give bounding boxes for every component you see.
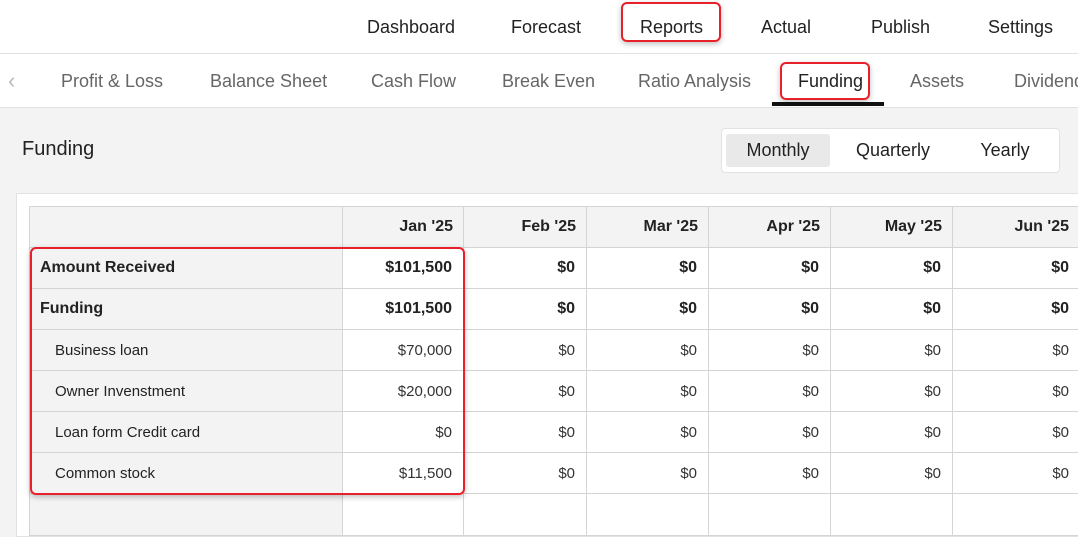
row-label: Business loan	[29, 329, 343, 371]
cell-value: $0	[586, 288, 709, 330]
table-row-owner-investment: Owner Invenstment $20,000 $0 $0 $0 $0 $0	[29, 370, 1078, 412]
cell-value	[830, 493, 953, 536]
cell-value: $0	[708, 329, 831, 371]
row-label	[29, 493, 343, 536]
column-header: Mar '25	[586, 206, 709, 248]
tab-cash-flow[interactable]: Cash Flow	[371, 68, 456, 94]
active-tab-underline	[772, 102, 884, 106]
cell-value: $0	[463, 411, 587, 453]
row-label: Loan form Credit card	[29, 411, 343, 453]
table-row-empty	[29, 493, 1078, 536]
table-header-row: Jan '25 Feb '25 Mar '25 Apr '25 May '25 …	[29, 206, 1078, 248]
cell-value: $0	[342, 411, 464, 453]
tab-assets[interactable]: Assets	[910, 68, 964, 94]
period-quarterly-button[interactable]: Quarterly	[841, 134, 945, 167]
cell-value: $0	[463, 247, 587, 289]
tab-break-even[interactable]: Break Even	[502, 68, 595, 94]
cell-value	[463, 493, 587, 536]
cell-value: $0	[586, 411, 709, 453]
column-header: Feb '25	[463, 206, 587, 248]
period-yearly-button[interactable]: Yearly	[955, 134, 1055, 167]
cell-value: $0	[586, 329, 709, 371]
cell-value: $0	[708, 411, 831, 453]
period-toggle: Monthly Quarterly Yearly	[721, 128, 1060, 173]
cell-value: $0	[952, 411, 1078, 453]
column-header: Jun '25	[952, 206, 1078, 248]
cell-value	[342, 493, 464, 536]
nav-settings[interactable]: Settings	[988, 12, 1053, 42]
cell-value: $20,000	[342, 370, 464, 412]
nav-dashboard[interactable]: Dashboard	[367, 12, 455, 42]
cell-value: $0	[830, 411, 953, 453]
table-row-common-stock: Common stock $11,500 $0 $0 $0 $0 $0	[29, 452, 1078, 494]
cell-value: $0	[463, 370, 587, 412]
cell-value: $0	[708, 247, 831, 289]
tab-profit-loss[interactable]: Profit & Loss	[61, 68, 163, 94]
cell-value: $0	[952, 329, 1078, 371]
nav-publish[interactable]: Publish	[871, 12, 930, 42]
nav-forecast[interactable]: Forecast	[511, 12, 581, 42]
cell-value: $0	[830, 288, 953, 330]
cell-value: $0	[708, 288, 831, 330]
nav-actual[interactable]: Actual	[761, 12, 811, 42]
period-monthly-button[interactable]: Monthly	[726, 134, 830, 167]
cell-value: $0	[830, 247, 953, 289]
tab-ratio-analysis[interactable]: Ratio Analysis	[638, 68, 751, 94]
cell-value: $0	[586, 247, 709, 289]
cell-value: $0	[952, 452, 1078, 494]
row-label: Common stock	[29, 452, 343, 494]
funding-table: Jan '25 Feb '25 Mar '25 Apr '25 May '25 …	[29, 206, 1078, 536]
cell-value: $0	[586, 370, 709, 412]
top-navigation: Dashboard Forecast Reports Actual Publis…	[0, 0, 1078, 54]
cell-value: $11,500	[342, 452, 464, 494]
cell-value: $0	[586, 452, 709, 494]
cell-value: $70,000	[342, 329, 464, 371]
row-label: Owner Invenstment	[29, 370, 343, 412]
row-label-header	[29, 206, 343, 248]
column-header: May '25	[830, 206, 953, 248]
cell-value: $0	[952, 370, 1078, 412]
cell-value	[952, 493, 1078, 536]
cell-value: $0	[708, 452, 831, 494]
cell-value	[586, 493, 709, 536]
cell-value: $101,500	[342, 288, 464, 330]
nav-reports[interactable]: Reports	[640, 12, 703, 42]
cell-value	[708, 493, 831, 536]
row-label: Funding	[29, 288, 343, 330]
cell-value: $0	[463, 329, 587, 371]
column-header: Apr '25	[708, 206, 831, 248]
row-label: Amount Received	[29, 247, 343, 289]
chevron-left-icon[interactable]: ‹	[8, 70, 26, 92]
tab-dividend[interactable]: Dividend	[1014, 68, 1078, 94]
cell-value: $0	[463, 452, 587, 494]
table-row-business-loan: Business loan $70,000 $0 $0 $0 $0 $0	[29, 329, 1078, 371]
column-header: Jan '25	[342, 206, 464, 248]
cell-value: $0	[463, 288, 587, 330]
page-title: Funding	[22, 138, 95, 160]
cell-value: $0	[830, 370, 953, 412]
cell-value: $0	[952, 288, 1078, 330]
report-tabs: ‹ Profit & Loss Balance Sheet Cash Flow …	[0, 54, 1078, 108]
tab-balance-sheet[interactable]: Balance Sheet	[210, 68, 327, 94]
cell-value: $0	[708, 370, 831, 412]
tab-funding[interactable]: Funding	[798, 68, 863, 94]
table-row-funding: Funding $101,500 $0 $0 $0 $0 $0	[29, 288, 1078, 330]
cell-value: $101,500	[342, 247, 464, 289]
table-row-loan-credit-card: Loan form Credit card $0 $0 $0 $0 $0 $0	[29, 411, 1078, 453]
cell-value: $0	[952, 247, 1078, 289]
cell-value: $0	[830, 452, 953, 494]
table-row-amount-received: Amount Received $101,500 $0 $0 $0 $0 $0	[29, 247, 1078, 289]
cell-value: $0	[830, 329, 953, 371]
